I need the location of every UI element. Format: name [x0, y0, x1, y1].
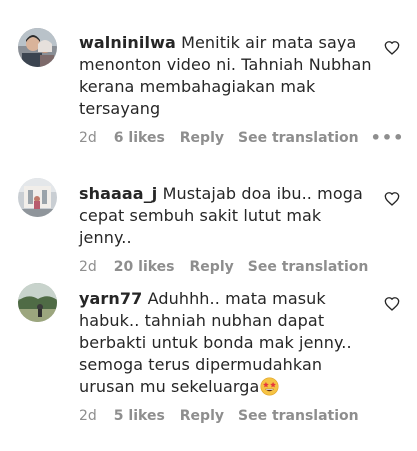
comment-body: shaaaa_j Mustajab doa ibu.. moga cepat s…	[79, 183, 379, 276]
comment-body: yarn77 Aduhhh.. mata masuk habuk.. tahni…	[79, 288, 379, 425]
comment-text-line: shaaaa_j Mustajab doa ibu.. moga cepat s…	[79, 183, 379, 249]
more-options-icon[interactable]: •••	[371, 129, 405, 147]
comment-likes[interactable]: 6 likes	[114, 129, 165, 147]
comment-time[interactable]: 2d	[79, 258, 97, 276]
comment-meta: 2d 5 likes Reply See translation	[79, 407, 379, 425]
comment-time[interactable]: 2d	[79, 407, 97, 425]
heart-outline-icon[interactable]	[384, 191, 400, 207]
star-struck-emoji	[260, 377, 279, 396]
comment-meta: 2d 6 likes Reply See translation •••	[79, 129, 403, 147]
heart-outline-icon[interactable]	[384, 40, 400, 56]
avatar[interactable]	[18, 178, 57, 217]
see-translation-button[interactable]: See translation	[238, 129, 359, 147]
reply-button[interactable]: Reply	[180, 407, 224, 425]
comment-text-line: walninilwa Menitik air mata saya menonto…	[79, 32, 379, 120]
avatar[interactable]	[18, 28, 57, 67]
comment-username[interactable]: walninilwa	[79, 33, 176, 52]
reply-button[interactable]: Reply	[180, 129, 224, 147]
comment-text-line: yarn77 Aduhhh.. mata masuk habuk.. tahni…	[79, 288, 379, 398]
comment-body: walninilwa Menitik air mata saya menonto…	[79, 32, 403, 147]
comment-meta: 2d 20 likes Reply See translation	[79, 258, 379, 276]
reply-button[interactable]: Reply	[190, 258, 234, 276]
see-translation-button[interactable]: See translation	[248, 258, 369, 276]
comment-time[interactable]: 2d	[79, 129, 97, 147]
comment-username[interactable]: yarn77	[79, 289, 142, 308]
comment-likes[interactable]: 20 likes	[114, 258, 175, 276]
see-translation-button[interactable]: See translation	[238, 407, 359, 425]
comment-likes[interactable]: 5 likes	[114, 407, 165, 425]
avatar[interactable]	[18, 283, 57, 322]
heart-outline-icon[interactable]	[384, 296, 400, 312]
comment-username[interactable]: shaaaa_j	[79, 184, 157, 203]
